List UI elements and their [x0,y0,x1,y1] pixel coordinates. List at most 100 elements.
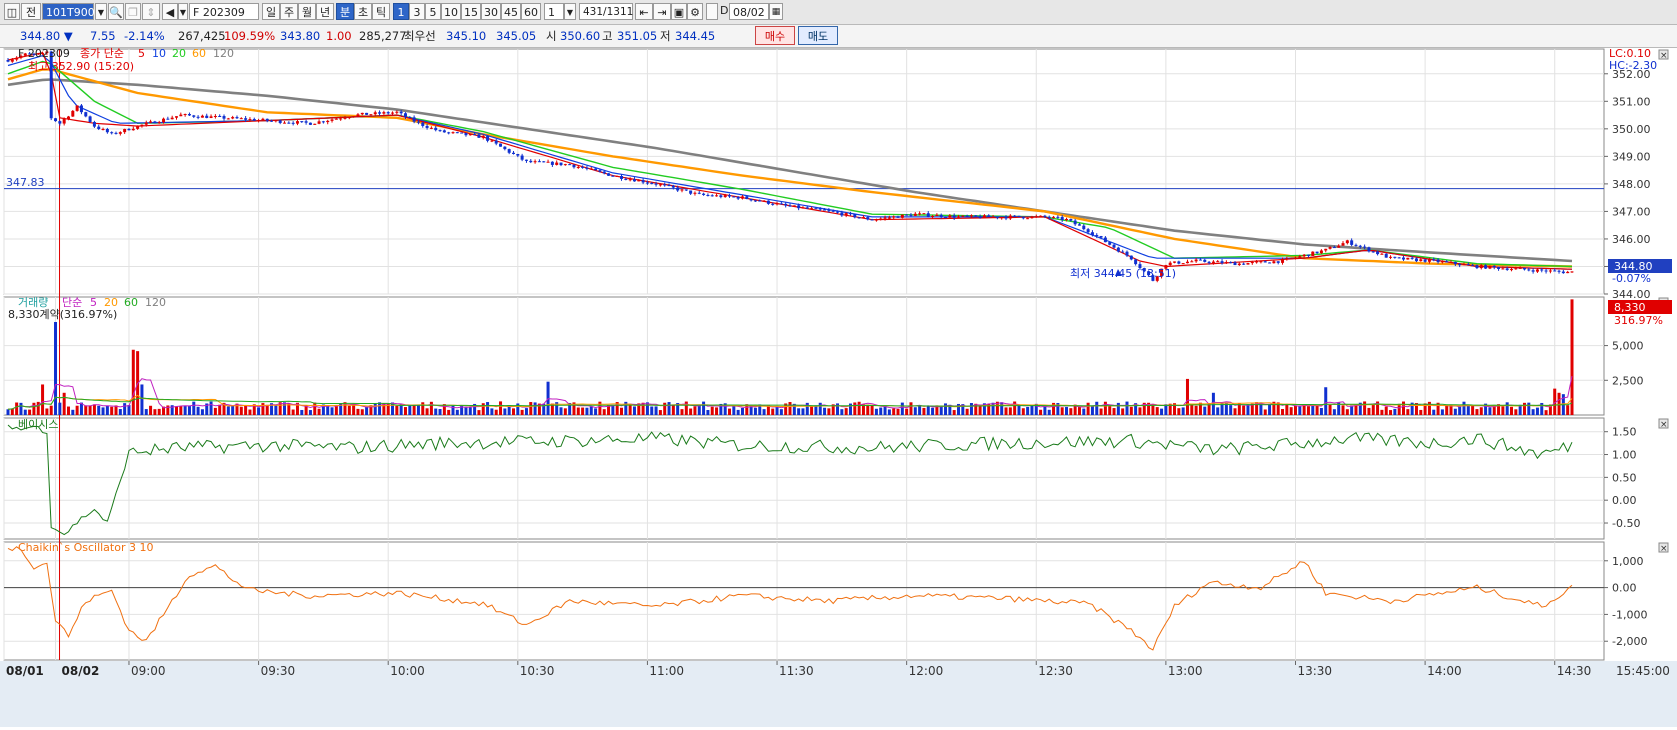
candle-body [1207,261,1211,263]
volume-bar [131,349,135,415]
chevron-down-icon[interactable]: ▼ [564,3,576,20]
view-toggle[interactable]: 전 [21,3,41,20]
candle-body [499,143,503,147]
candle-body [676,187,680,191]
volume-bar [486,402,490,415]
volume-pane [6,299,1574,415]
candle-body [166,118,170,120]
date-checkbox[interactable] [706,3,718,20]
chevron-down-icon[interactable]: ▼ [178,3,188,20]
copy-icon[interactable]: ❐ [125,3,141,20]
sell-button[interactable]: 매도 [798,26,838,45]
scroll-left-icon[interactable]: ⇤ [635,3,653,20]
candle-body [174,116,178,118]
volume-bar [209,401,213,415]
save-icon[interactable]: ▣ [671,3,687,20]
period-minute-button[interactable]: 분 [336,3,354,20]
candle-body [1436,259,1440,263]
candle-body [1293,257,1297,259]
candle-body [563,164,567,166]
volume-bar [265,404,269,415]
candle-body [136,125,140,129]
candle-body [1423,259,1427,262]
interval-45-button[interactable]: 45 [501,3,521,20]
volume-bar [1345,409,1349,415]
y-tick-label: 5,000 [1612,340,1644,353]
count-input[interactable]: 1 [544,3,564,20]
x-tick-label: 09:30 [261,664,296,678]
code-input[interactable]: 101T9000 [42,3,102,20]
interval-3-button[interactable]: 3 [409,3,425,20]
interval-60-button[interactable]: 60 [521,3,541,20]
chart-area[interactable]: 344.00345.00346.00347.00348.00349.00350.… [0,47,1677,727]
low-label: 저 [660,29,671,43]
interval-5-button[interactable]: 5 [425,3,441,20]
volume-bar [667,402,671,415]
interval-1-button[interactable]: 1 [393,3,409,20]
layout-icon[interactable]: ◫ [4,3,20,20]
y-tick-label: 350.00 [1612,123,1651,136]
volume-bar [762,409,766,415]
candle-body [982,215,986,218]
volume-value: 267,425 [178,29,226,43]
scroll-right-icon[interactable]: ⇥ [653,3,671,20]
volume-bar [62,392,66,415]
candle-body [213,116,217,118]
volume-bar [922,407,926,415]
volume-info: 8,330계약(316.97%) [8,307,117,321]
period-month-button[interactable]: 월 [298,3,316,20]
interval-15-button[interactable]: 15 [461,3,481,20]
candle-body [607,173,611,176]
candle-body [226,118,230,120]
hc-label: HC:-2.30 [1609,59,1657,72]
volume-current-label: 8,330 [1614,301,1646,314]
calendar-icon[interactable]: ▦ [769,3,783,20]
candle-body [114,132,118,134]
period-tick-button[interactable]: 틱 [372,3,390,20]
candle-body [879,218,883,220]
chevron-down-icon[interactable]: ▼ [95,3,107,20]
y-tick-label: 346.00 [1612,233,1651,246]
interval-10-button[interactable]: 10 [441,3,461,20]
volume-bar [620,407,624,415]
search-icon[interactable]: 🔍 [108,3,124,20]
period-day-button[interactable]: 일 [262,3,280,20]
candle-body [347,117,351,119]
data-total: /1311 [603,6,634,18]
candle-body [1021,217,1025,219]
date-input[interactable]: 08/02 [729,3,769,20]
candle-body [939,214,943,218]
candle-body [814,208,818,210]
candle-body [1466,264,1470,266]
candle-body [624,178,628,180]
sound-icon[interactable]: ◀ [162,3,178,20]
candle-body [1510,269,1514,271]
spin-icon[interactable]: ⇕ [142,3,160,20]
candle-body [1224,262,1228,264]
candle-body [1350,240,1354,245]
volume-bar [118,409,122,415]
y-tick-label: -0.50 [1612,517,1640,530]
period-year-button[interactable]: 년 [316,3,334,20]
chart-svg[interactable]: 344.00345.00346.00347.00348.00349.00350.… [0,47,1677,727]
candle-body [196,116,200,118]
data-count-field[interactable]: 431/1311 [579,3,633,20]
volume-bar [153,409,157,415]
volume-bar [1030,405,1034,415]
candle-body [1570,271,1574,273]
volume-bar [866,404,870,415]
period-second-button[interactable]: 초 [354,3,372,20]
period-week-button[interactable]: 주 [280,3,298,20]
gear-icon[interactable]: ⚙ [687,3,703,20]
volume-bar [66,406,70,415]
candle-body [317,121,321,124]
candle-body [416,121,420,123]
name-input[interactable]: F 202309 [189,3,259,20]
candle-body [153,121,157,124]
candle-body [1518,267,1522,269]
volume-bar [810,406,814,415]
volume-bar [1160,408,1164,415]
buy-button[interactable]: 매수 [755,26,795,45]
interval-30-button[interactable]: 30 [481,3,501,20]
volume-bar [464,406,468,415]
